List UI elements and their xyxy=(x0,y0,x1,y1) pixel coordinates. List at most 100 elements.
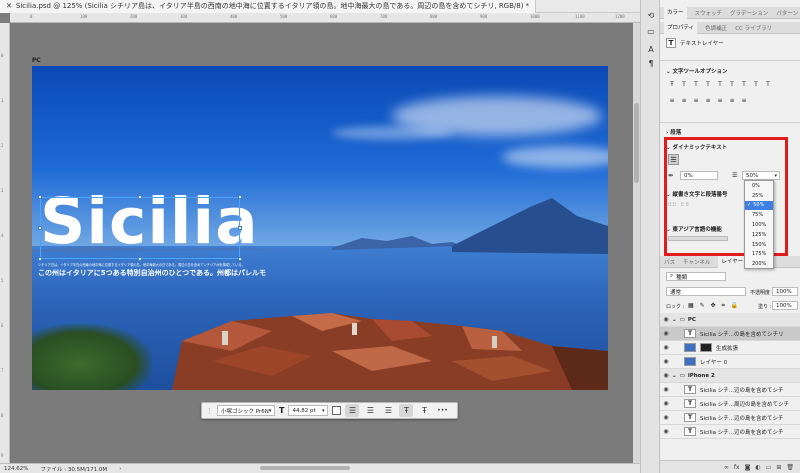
align-left-button[interactable]: ☰ xyxy=(345,404,360,417)
text-tool-options-header[interactable]: ⌄ 文字ツールオプション xyxy=(666,67,728,75)
vertical-scrollbar[interactable] xyxy=(633,23,640,463)
eye-icon[interactable]: ◉ xyxy=(660,316,672,323)
horizontal-ruler[interactable]: 0 100 200 300 400 500 600 700 800 900 10… xyxy=(10,13,640,23)
dropdown-option[interactable]: 100% xyxy=(745,220,773,230)
paragraph-header[interactable]: › 段落 xyxy=(666,128,681,136)
mask-icon[interactable]: ◙ xyxy=(745,464,751,471)
link-icon[interactable]: ∞ xyxy=(724,464,729,471)
new-layer-icon[interactable]: ⊞ xyxy=(776,464,781,471)
transform-handle[interactable] xyxy=(138,195,142,199)
horizontal-scroll-thumb[interactable] xyxy=(260,466,350,470)
align-right-icon[interactable]: ≡ xyxy=(692,96,700,104)
justify-icon[interactable]: ≡ xyxy=(704,96,712,104)
type-tool-icon[interactable]: T xyxy=(716,80,724,88)
tab-properties[interactable]: プロパティ xyxy=(664,21,698,34)
eye-icon[interactable]: ◉ xyxy=(660,344,672,351)
paragraph-icon[interactable]: ¶ xyxy=(646,58,656,68)
layer-row[interactable]: ◉ T Sicilia シチ...辺の島を含めてシチ xyxy=(660,411,800,425)
text-bounding-box[interactable] xyxy=(38,195,242,261)
type-tool-icon[interactable]: T xyxy=(692,80,700,88)
eye-icon[interactable]: ◉ xyxy=(660,386,672,393)
lock-icons[interactable]: ▦ ✎ ✥ ⌗ 🔒 xyxy=(688,302,740,310)
tab-patterns[interactable]: パターン xyxy=(776,9,798,17)
type-tool-icon[interactable]: T xyxy=(728,80,736,88)
file-info[interactable]: ファイル : 30.5M/171.0M xyxy=(40,465,107,473)
layer-group-pc[interactable]: ◉ ⌄ ▭ PC xyxy=(660,313,800,327)
dropdown-option[interactable]: 25% xyxy=(745,191,773,201)
transform-handle[interactable] xyxy=(38,226,42,230)
tab-paths[interactable]: パス xyxy=(664,258,675,266)
document-tab[interactable]: ✕ Sicilia.psd @ 125% (Sicilia シチリア島は、イタリ… xyxy=(0,0,537,13)
eye-icon[interactable]: ◉ xyxy=(660,372,672,379)
fx-icon[interactable]: fx xyxy=(734,464,740,471)
align-center-button[interactable]: ☰ xyxy=(363,404,377,417)
justify-icon[interactable]: ≡ xyxy=(716,96,724,104)
eye-icon[interactable]: ◉ xyxy=(660,358,672,365)
dropdown-option[interactable]: 150% xyxy=(745,240,773,250)
history-icon[interactable]: ⟲ xyxy=(646,10,656,20)
text-orientation-button[interactable]: Ŧ xyxy=(399,404,414,417)
opacity-input[interactable]: 100% xyxy=(772,287,798,296)
eye-icon[interactable]: ◉ xyxy=(660,428,672,435)
text-color-swatch[interactable] xyxy=(332,406,342,415)
dropdown-option-selected[interactable]: ✓ 50% xyxy=(745,200,773,211)
character-icon[interactable]: A xyxy=(646,44,656,54)
trash-icon[interactable]: 🗑 xyxy=(786,464,794,471)
tab-gradients[interactable]: グラデーション xyxy=(730,9,768,17)
chevron-right-icon[interactable]: › xyxy=(119,466,121,472)
fill-input[interactable]: 100% xyxy=(772,301,798,310)
layer-row[interactable]: ◉ T Sicilia シチ...の島を含めてシチリ xyxy=(660,327,800,341)
layer-row[interactable]: ◉ T Sicilia シチ...周辺の島を含めてシチ xyxy=(660,397,800,411)
transform-handle[interactable] xyxy=(238,226,242,230)
vertical-ruler[interactable]: 0 1 2 3 4 5 6 7 8 9 xyxy=(0,23,10,463)
eye-icon[interactable]: ◉ xyxy=(660,414,672,421)
transform-handle[interactable] xyxy=(238,257,242,261)
scroll-thumb[interactable] xyxy=(634,103,639,183)
tab-color[interactable]: カラー xyxy=(664,6,687,19)
adjustment-icon[interactable]: ◐ xyxy=(755,464,760,471)
subtitle-text[interactable]: この州はイタリアに5つある特別自治州のひとつである。州都はパレルモ xyxy=(38,268,266,278)
type-tool-icon[interactable]: T xyxy=(752,80,760,88)
type-tool-icon[interactable]: T xyxy=(704,80,712,88)
more-options-button[interactable]: ••• xyxy=(435,404,449,417)
type-tool-icon[interactable]: T xyxy=(680,80,688,88)
folder-icon[interactable]: ▭ xyxy=(766,464,772,471)
transform-handle[interactable] xyxy=(38,195,42,199)
eye-icon[interactable]: ◉ xyxy=(660,330,672,337)
eye-icon[interactable]: ◉ xyxy=(660,400,672,407)
type-tool-icon[interactable]: T xyxy=(764,80,772,88)
horizontal-type-icon[interactable]: Ŧ xyxy=(668,80,676,88)
tab-swatches[interactable]: スウォッチ xyxy=(695,9,723,17)
layer-row[interactable]: ◉ T Sicilia シチ...辺の島を含めてシチ xyxy=(660,383,800,397)
chevron-down-icon[interactable]: ⌄ xyxy=(672,373,677,379)
close-icon[interactable]: ✕ xyxy=(6,2,12,10)
justify-icon[interactable]: ≡ xyxy=(728,96,736,104)
tab-adjustments[interactable]: 色調補正 xyxy=(705,24,727,32)
zoom-level[interactable]: 124.62% xyxy=(4,466,28,472)
comments-icon[interactable]: ▭ xyxy=(646,26,656,36)
leading-dropdown-menu[interactable]: 0% 25% ✓ 50% 75% 100% 125% 150% 175% 200% xyxy=(744,180,774,269)
type-tool-icon[interactable]: T xyxy=(740,80,748,88)
align-center-icon[interactable]: ≡ xyxy=(680,96,688,104)
font-size-select[interactable]: 44.82 pt ▾ xyxy=(288,405,329,416)
dropdown-option[interactable]: 175% xyxy=(745,250,773,260)
dropdown-option[interactable]: 75% xyxy=(745,210,773,220)
dropdown-option[interactable]: 200% xyxy=(745,259,773,269)
warp-text-button[interactable]: Ŧ xyxy=(417,404,431,417)
transform-handle[interactable] xyxy=(38,257,42,261)
layer-row[interactable]: ◉ 生成拡張 xyxy=(660,341,800,355)
tab-channels[interactable]: チャンネル xyxy=(683,258,710,266)
layer-row[interactable]: ◉ レイヤー 0 xyxy=(660,355,800,369)
layer-row[interactable]: ◉ T Sicilia シチ...辺の島を含めてシチ xyxy=(660,425,800,439)
grip-icon[interactable]: ⋮ xyxy=(206,407,213,415)
font-family-select[interactable]: 小塚ゴシック Pr6N ▾ xyxy=(217,405,275,416)
artboard-label[interactable]: PC xyxy=(32,57,41,64)
caption-text[interactable]: シチリア島は、イタリア半島の西南の地中海に位置するイタリア領の島。地中海最大の島… xyxy=(38,262,270,267)
justify-all-icon[interactable]: ≡ xyxy=(740,96,748,104)
align-right-button[interactable]: ☰ xyxy=(381,404,395,417)
layer-filter-select[interactable]: ⌕ 種類 xyxy=(666,272,726,281)
dropdown-option[interactable]: 125% xyxy=(745,230,773,240)
layer-group-iphone[interactable]: ◉ ⌄ ▭ iPhone 2 xyxy=(660,369,800,383)
transform-handle[interactable] xyxy=(238,195,242,199)
tab-cc-libraries[interactable]: CC ライブラリ xyxy=(735,24,772,32)
